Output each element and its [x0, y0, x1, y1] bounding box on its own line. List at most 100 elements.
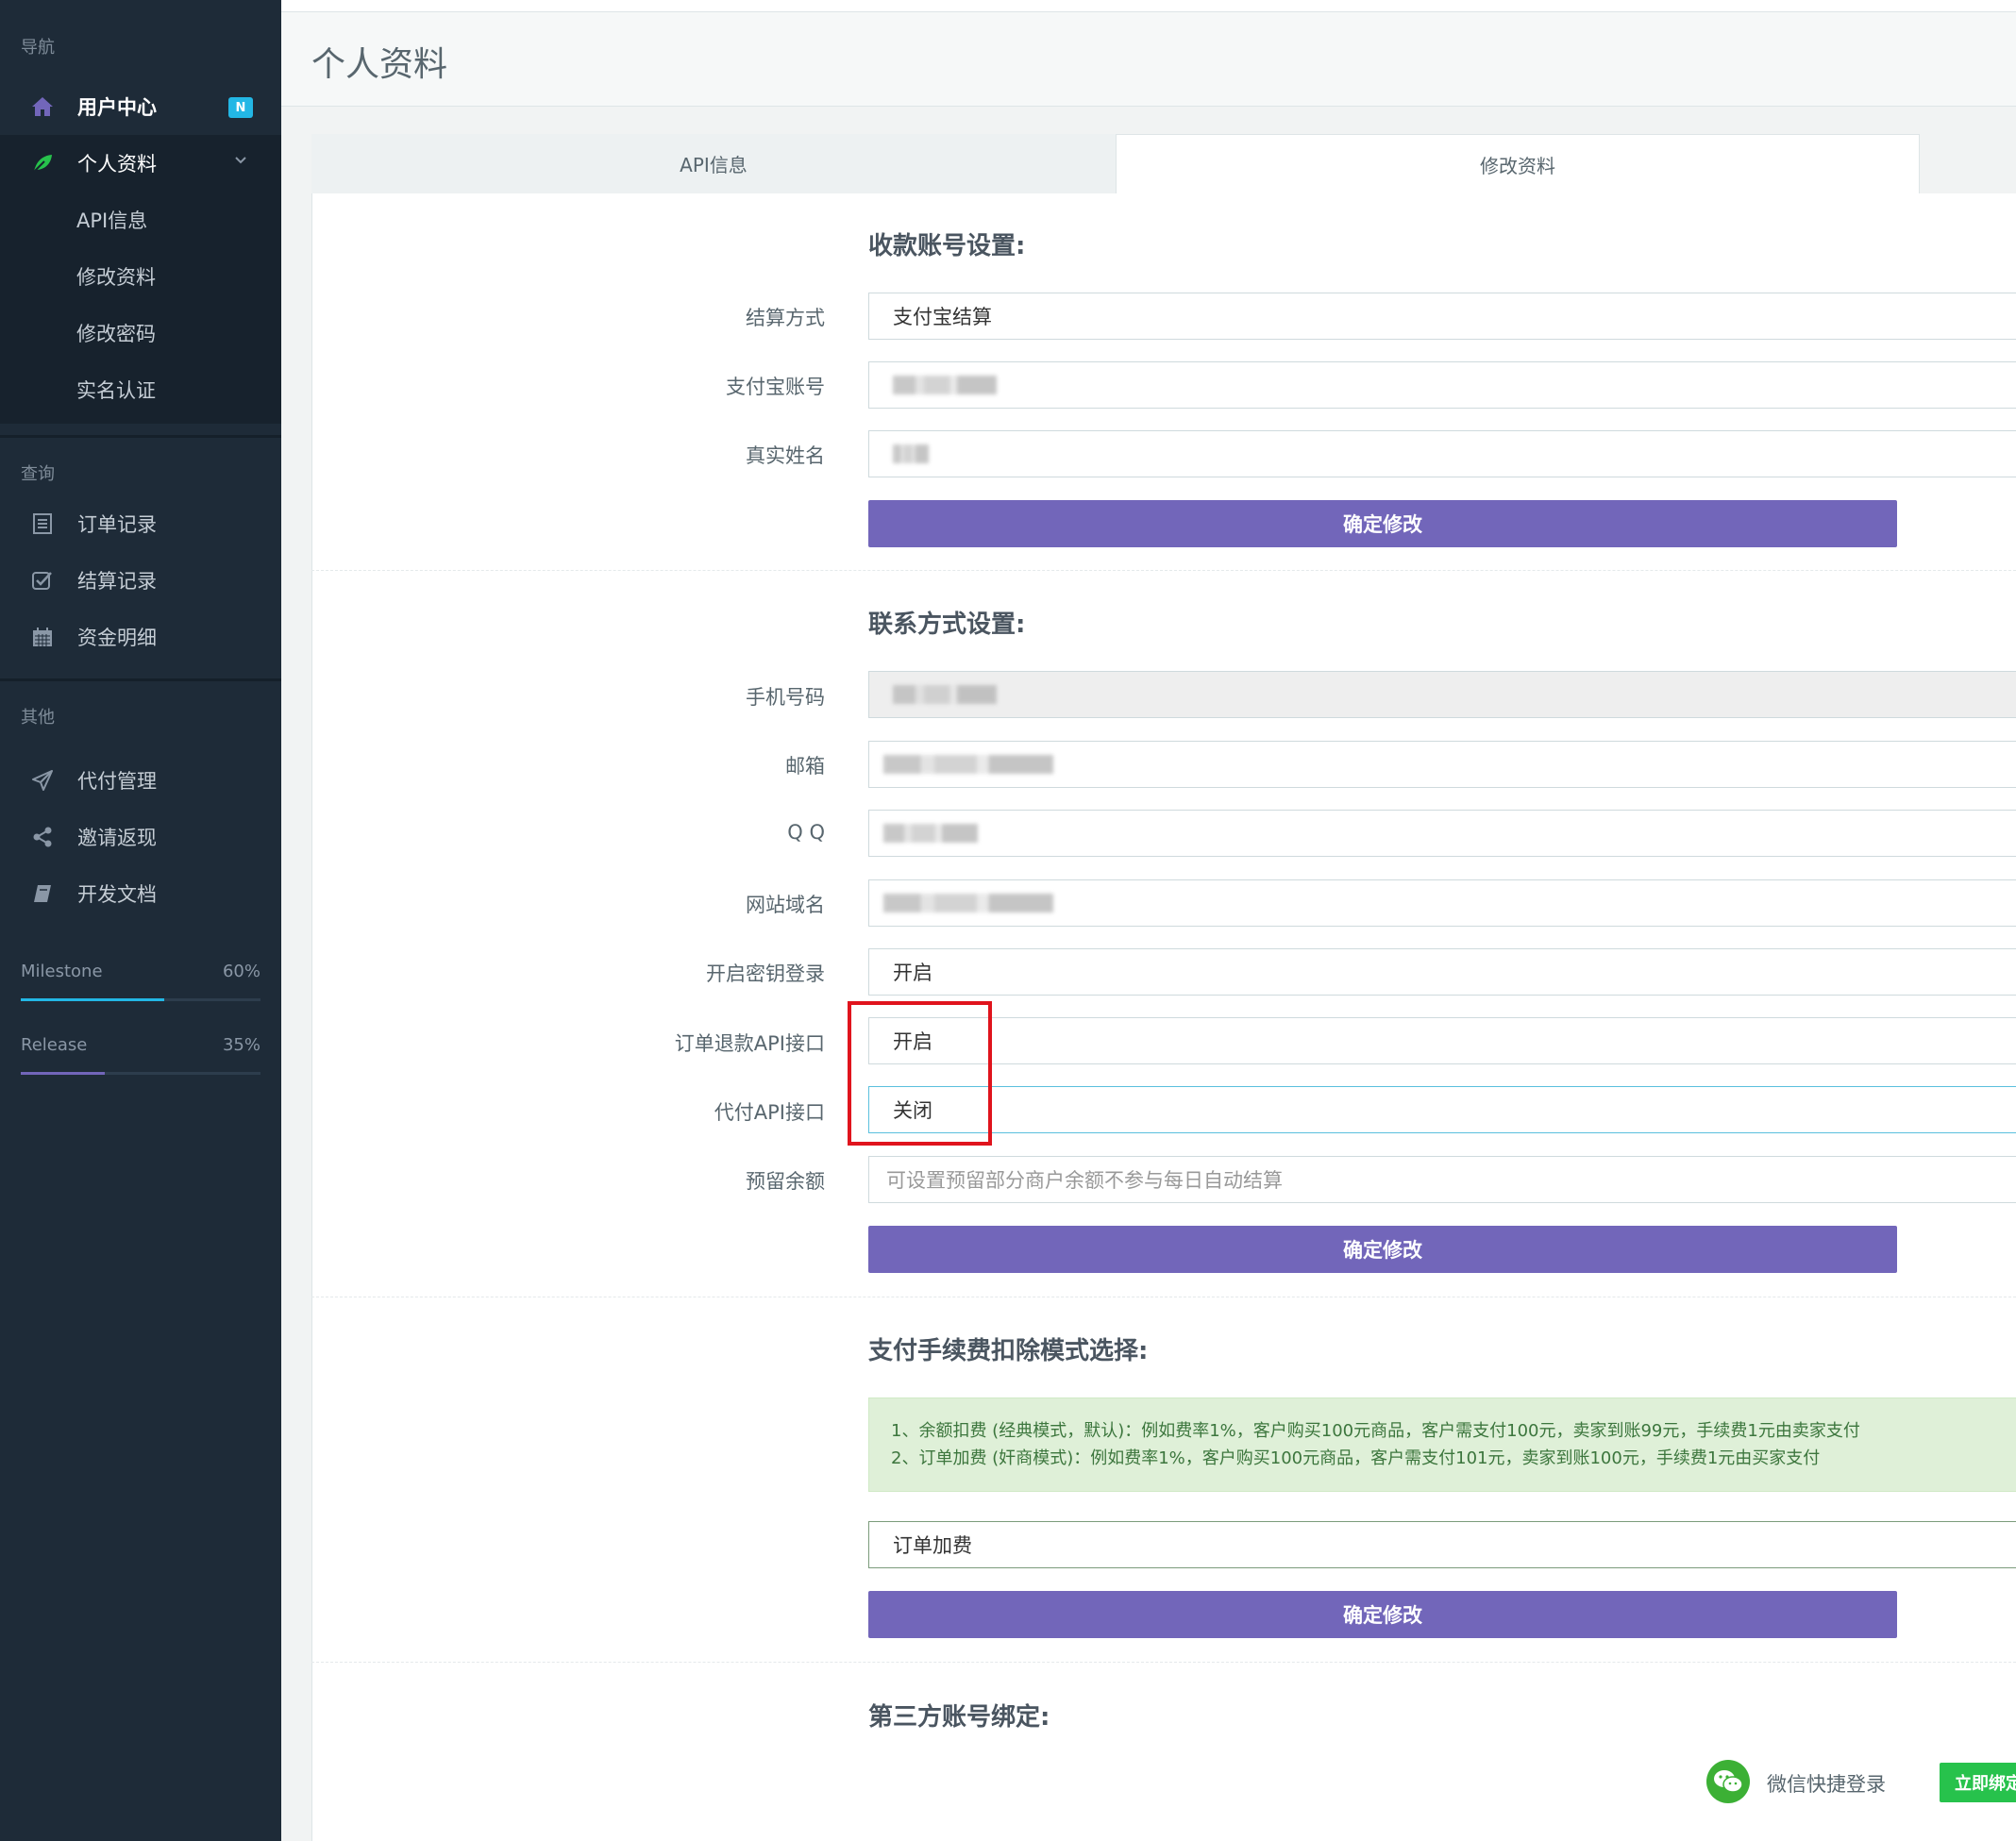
reserve-balance-input[interactable]: 可设置预留部分商户余额不参与每日自动结算: [868, 1156, 2016, 1203]
fee-mode-line-2: 2、订单加费 (奸商模式)：例如费率1%，客户购买100元商品，客户需支付101…: [891, 1448, 1821, 1468]
tab-bar: API信息 修改资料: [311, 134, 2016, 194]
phone-label: 手机号码: [746, 686, 825, 709]
sidebar-subitem-api-info[interactable]: API信息: [0, 192, 281, 248]
chevron-down-icon: [234, 154, 247, 169]
sidebar: 导航 用户中心 N 个人资料 API信息 修改资料 修改密码 实名认证 查询 订…: [0, 0, 281, 1841]
progress-percent: 35%: [222, 1035, 260, 1055]
leaf-icon: [28, 149, 57, 177]
sidebar-item-docs[interactable]: 开发文档: [0, 865, 281, 922]
settle-method-value: 支付宝结算: [893, 306, 992, 328]
confirm-account-button[interactable]: 确定修改: [868, 500, 1897, 547]
book-icon: [28, 879, 57, 908]
sidebar-item-payout[interactable]: 代付管理: [0, 752, 281, 809]
sidebar-item-label: 代付管理: [77, 770, 157, 793]
page-title: 个人资料: [311, 45, 448, 84]
settle-method-select[interactable]: 支付宝结算: [868, 293, 2016, 340]
wechat-icon: [1706, 1760, 1750, 1803]
progress-row-release: Release 35%: [21, 1035, 260, 1055]
top-header: [281, 0, 2016, 12]
sidebar-item-orders[interactable]: 订单记录: [0, 495, 281, 552]
confirm-fee-mode-button[interactable]: 确定修改: [868, 1591, 1897, 1638]
payout-api-label: 代付API接口: [714, 1101, 825, 1124]
tab-edit-profile[interactable]: 修改资料: [1116, 134, 1920, 194]
sidebar-item-settlements[interactable]: 结算记录: [0, 552, 281, 609]
sidebar-subitem-real-name[interactable]: 实名认证: [0, 361, 281, 418]
redacted-value: [883, 894, 1053, 912]
payout-api-select[interactable]: 关闭: [868, 1086, 2016, 1133]
redacted-value: [883, 824, 978, 843]
sidebar-item-profile[interactable]: 个人资料: [0, 135, 281, 192]
refund-api-label: 订单退款API接口: [674, 1032, 825, 1055]
share-icon: [28, 823, 57, 851]
red-highlight-box: [848, 1001, 992, 1146]
nav-heading: 其他: [21, 708, 55, 728]
sidebar-item-funds[interactable]: 资金明细: [0, 609, 281, 665]
section-title-fee-mode: 支付手续费扣除模式选择:: [868, 1337, 1149, 1365]
sidebar-item-label: 开发文档: [77, 883, 157, 906]
key-login-select[interactable]: 开启: [868, 948, 2016, 996]
reserve-balance-label: 预留余额: [746, 1170, 825, 1193]
section-title-account: 收款账号设置:: [868, 232, 1026, 260]
sidebar-item-label: 用户中心: [77, 96, 157, 119]
section-divider: [311, 1662, 2016, 1663]
sidebar-item-label: 资金明细: [77, 627, 157, 649]
refund-api-select[interactable]: 开启: [868, 1017, 2016, 1064]
fee-mode-info-alert: 1、余额扣费 (经典模式，默认)：例如费率1%，客户购买100元商品，客户需支付…: [868, 1397, 2016, 1492]
domain-label: 网站域名: [746, 894, 825, 916]
email-input[interactable]: [868, 741, 2016, 788]
progress-bar-release: [21, 1072, 260, 1075]
domain-input[interactable]: [868, 879, 2016, 927]
real-name-input[interactable]: [868, 430, 2016, 477]
progress-label: Milestone: [21, 962, 103, 981]
calendar-icon: [28, 623, 57, 651]
redacted-value: [883, 755, 1053, 774]
nav-heading: 查询: [21, 464, 55, 484]
page-header: 个人资料: [281, 12, 2016, 107]
redacted-value: [893, 444, 929, 463]
sidebar-item-user-center[interactable]: 用户中心 N: [0, 78, 281, 135]
progress-fill: [21, 1072, 105, 1075]
profile-submenu: API信息 修改资料 修改密码 实名认证: [0, 192, 281, 424]
sidebar-item-label: 结算记录: [77, 570, 157, 593]
list-icon: [28, 510, 57, 538]
new-badge: N: [228, 97, 253, 118]
nav-heading: 导航: [21, 38, 55, 58]
key-login-value: 开启: [893, 962, 932, 984]
fee-mode-line-1: 1、余额扣费 (经典模式，默认)：例如费率1%，客户购买100元商品，客户需支付…: [891, 1421, 1860, 1441]
bind-wechat-button[interactable]: 立即绑定: [1940, 1763, 2016, 1802]
sidebar-item-label: 邀请返现: [77, 827, 157, 849]
qq-label: Q Q: [787, 821, 825, 844]
key-login-label: 开启密钥登录: [706, 962, 825, 985]
settle-method-label: 结算方式: [746, 307, 825, 329]
sidebar-item-label: 订单记录: [77, 513, 157, 536]
wechat-login-label: 微信快捷登录: [1767, 1773, 1886, 1796]
tab-bar-filler: [1920, 134, 2016, 194]
fee-mode-value: 订单加费: [893, 1534, 972, 1557]
tab-api-info[interactable]: API信息: [311, 134, 1116, 194]
section-divider: [311, 570, 2016, 571]
progress-label: Release: [21, 1035, 88, 1055]
email-label: 邮箱: [785, 755, 825, 778]
sidebar-subitem-change-password[interactable]: 修改密码: [0, 305, 281, 361]
progress-fill: [21, 998, 165, 1001]
check-square-icon: [28, 566, 57, 594]
alipay-account-label: 支付宝账号: [726, 376, 825, 398]
sidebar-subitem-edit-profile[interactable]: 修改资料: [0, 248, 281, 305]
redacted-value: [893, 376, 997, 394]
send-icon: [28, 766, 57, 795]
home-icon: [28, 92, 57, 121]
section-title-third-party: 第三方账号绑定:: [868, 1703, 1050, 1732]
phone-input[interactable]: [868, 671, 2016, 718]
sidebar-item-label: 个人资料: [77, 153, 157, 176]
progress-section: Milestone 60% Release 35%: [0, 962, 281, 1075]
qq-input[interactable]: [868, 810, 2016, 857]
reserve-balance-placeholder: 可设置预留部分商户余额不参与每日自动结算: [886, 1169, 1283, 1192]
progress-bar-milestone: [21, 998, 260, 1001]
confirm-contact-button[interactable]: 确定修改: [868, 1226, 1897, 1273]
fee-mode-select[interactable]: 订单加费: [868, 1521, 2016, 1568]
progress-row-milestone: Milestone 60%: [21, 962, 260, 981]
sidebar-item-invite[interactable]: 邀请返现: [0, 809, 281, 865]
section-title-contact: 联系方式设置:: [868, 611, 1026, 639]
alipay-account-input[interactable]: [868, 361, 2016, 409]
progress-percent: 60%: [222, 962, 260, 981]
